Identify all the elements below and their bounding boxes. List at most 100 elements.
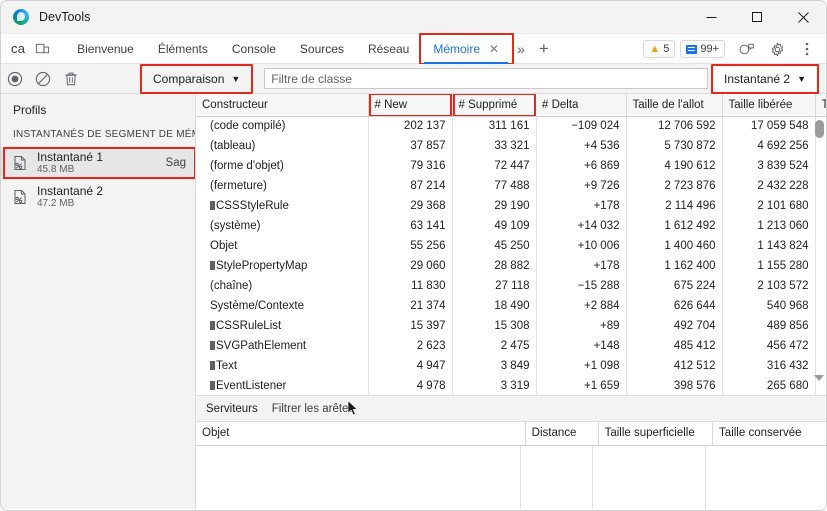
retainers-empty-cell-distance — [521, 445, 593, 509]
cell-constructeur: (code compilé) — [196, 116, 369, 136]
close-icon[interactable] — [780, 1, 826, 34]
column-header-distance[interactable]: Distance — [525, 422, 599, 446]
grid-header-row: Constructeur # New # Supprimé # Delta Ta… — [196, 94, 827, 117]
sidebar-section-label: INSTANTANÉS DE SEGMENT DE MÉMOIRE — [13, 129, 195, 140]
constructors-grid-container: Constructeur # New # Supprimé # Delta Ta… — [196, 94, 826, 396]
minimize-icon[interactable] — [688, 1, 734, 34]
table-row[interactable]: CSSStyleRule 29 368 29 190 +178 2 114 496 2 1… — [196, 196, 826, 216]
retainers-empty-cell-shallow — [593, 445, 706, 509]
kebab-menu-icon[interactable] — [794, 37, 820, 61]
cell-freed-size: 316 432 — [722, 356, 816, 376]
table-row[interactable]: (chaîne) 11 830 27 118 −15 288 675 224 2 103 … — [196, 276, 826, 296]
cell-delta: +10 006 — [536, 236, 627, 256]
table-row[interactable]: StylePropertyMap 29 060 28 882 +178 1 162 40… — [196, 256, 826, 276]
column-label: # Delta — [542, 98, 579, 111]
table-row[interactable]: (système) 63 141 49 109 +14 032 1 612 492 1 2… — [196, 216, 826, 236]
column-header-retained-size[interactable]: Taille conservée — [712, 422, 826, 446]
column-label: Taille conservée — [719, 427, 802, 440]
column-header-supprime[interactable]: # Supprimé — [452, 94, 536, 117]
messages-badge[interactable]: 99+ — [680, 40, 725, 58]
retainers-toolbar: Serviteurs Filtrer les arêtes — [196, 396, 826, 422]
retainers-grid: Objet Distance Taille superficielle Tail… — [196, 422, 826, 446]
column-header-constructeur[interactable]: Constructeur — [196, 94, 369, 117]
table-row[interactable]: (fermeture) 87 214 77 488 +9 726 2 723 876 2 … — [196, 176, 826, 196]
table-row[interactable]: (tableau) 37 857 33 321 +4 536 5 730 872 4 69… — [196, 136, 826, 156]
class-badge-icon — [210, 341, 215, 350]
snapshot-name: Instantané 2 — [37, 183, 104, 198]
memory-toolbar: Comparaison ▼ Filtre de classe Instantan… — [1, 63, 826, 94]
table-row[interactable]: (forme d'objet) 79 316 72 447 +6 869 4 190 6… — [196, 156, 826, 176]
cell-new: 55 256 — [368, 236, 453, 256]
constructor-name: (chaîne) — [210, 280, 253, 292]
column-header-shallow-size[interactable]: Taille superficielle — [598, 422, 714, 446]
column-header-alloc-size[interactable]: Taille de l'allot — [626, 94, 723, 117]
tab-network[interactable]: Réseau — [356, 34, 421, 64]
scroll-down-arrow-icon[interactable] — [814, 375, 824, 381]
column-header-freed-size[interactable]: Taille libérée — [722, 94, 816, 117]
cell-freed-size: 1 213 060 — [722, 216, 816, 236]
cell-alloc-size: 2 723 876 — [626, 176, 723, 196]
tab-memory[interactable]: Mémoire ✕ — [419, 32, 515, 65]
table-row[interactable]: (code compilé) 202 137 311 161 −109 024 12 7… — [196, 116, 826, 136]
tab-console[interactable]: Console — [220, 34, 288, 64]
retainers-empty-cell-retained — [706, 446, 826, 510]
grid-vertical-scrollbar[interactable] — [813, 117, 825, 393]
column-header-delta[interactable]: # Delta — [536, 94, 627, 117]
class-filter-placeholder: Filtre de classe — [271, 71, 352, 86]
table-row[interactable]: SVGPathElement 2 623 2 475 +148 485 412 456 4… — [196, 336, 826, 356]
sidebar-item-snapshot-1[interactable]: Instantané 1 45.8 MB Sag — [1, 146, 195, 180]
constructor-name: Système/Contexte — [210, 300, 304, 312]
column-header-size-delta[interactable]: Taille delta a — [815, 94, 827, 117]
column-header-objet[interactable]: Objet — [196, 422, 526, 446]
sidebar-item-snapshot-2[interactable]: Instantané 2 47.2 MB — [1, 180, 195, 214]
tab-sources[interactable]: Sources — [288, 34, 356, 64]
cell-constructeur: (système) — [196, 216, 369, 236]
gear-icon[interactable] — [764, 37, 790, 61]
column-label: # Supprimé — [458, 98, 518, 111]
cell-delta: +89 — [536, 316, 627, 336]
snapshot-size: 45.8 MB — [37, 163, 75, 175]
constructor-name: Objet — [210, 240, 238, 252]
cell-constructeur: EventListener — [196, 376, 369, 395]
constructor-name: EventListener — [216, 380, 287, 392]
column-label: Taille delta a — [822, 99, 827, 111]
class-filter-input[interactable]: Filtre de classe — [264, 68, 709, 89]
tab-elements[interactable]: Éléments — [146, 34, 220, 64]
tab-bienvenue[interactable]: Bienvenue — [65, 34, 146, 64]
retainers-header-row: Objet Distance Taille superficielle Tail… — [196, 422, 826, 446]
cell-deleted: 2 475 — [452, 336, 537, 356]
snapshot-save-action[interactable]: Sag — [166, 157, 186, 169]
table-row[interactable]: Objet 55 256 45 250 +10 006 1 400 460 1 143 8… — [196, 236, 826, 256]
plus-icon[interactable]: + — [531, 34, 557, 64]
column-header-new[interactable]: # New — [368, 94, 453, 117]
cell-delta: +1 659 — [536, 376, 627, 395]
device-toolbar-icon[interactable] — [29, 37, 55, 61]
no-entry-icon[interactable] — [29, 66, 57, 92]
maximize-icon[interactable] — [734, 1, 780, 34]
constructor-name: Text — [216, 360, 238, 372]
class-badge-icon — [210, 361, 215, 370]
table-row[interactable]: Système/Contexte 21 374 18 490 +2 884 626 64… — [196, 296, 826, 316]
cell-delta: +148 — [536, 336, 627, 356]
vertical-scrollbar-thumb[interactable] — [815, 120, 824, 138]
table-row[interactable]: EventListener 4 978 3 319 +1 659 398 576 265 … — [196, 376, 826, 395]
dock-side-label[interactable]: ca — [11, 41, 25, 56]
cell-constructeur: (fermeture) — [196, 176, 369, 196]
column-label: Taille libérée — [728, 98, 793, 111]
snapshot-name: Instantané 1 — [37, 149, 104, 164]
class-badge-icon — [210, 201, 215, 210]
table-row[interactable]: CSSRuleList 15 397 15 308 +89 492 704 489 856… — [196, 316, 826, 336]
warnings-badge[interactable]: ▲ 5 — [643, 40, 676, 58]
cell-delta: +178 — [536, 196, 627, 216]
cell-deleted: 29 190 — [452, 196, 537, 216]
chevron-double-right-icon[interactable]: » — [511, 34, 531, 64]
trash-icon[interactable] — [57, 66, 85, 92]
record-circle-icon[interactable] — [1, 66, 29, 92]
message-icon — [686, 44, 698, 54]
feedback-icon[interactable] — [734, 37, 760, 61]
cell-delta: +9 726 — [536, 176, 627, 196]
table-row[interactable]: Text4 9473 849+1 098412 512316 432+96 08… — [196, 356, 826, 376]
sidebar-title: Profils — [13, 103, 47, 117]
retainers-filter-input[interactable]: Filtrer les arêtes — [272, 403, 354, 415]
cell-deleted: 3 319 — [452, 376, 537, 395]
